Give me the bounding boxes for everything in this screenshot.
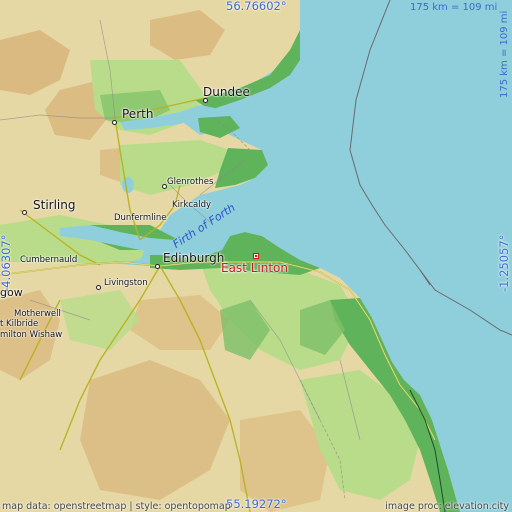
coord-left: -4.06307° — [0, 234, 13, 292]
label-hamilton-wishaw: milton Wishaw — [0, 330, 63, 340]
perth-dot — [112, 120, 117, 125]
label-east-kilbride: t Kilbride — [0, 319, 39, 329]
label-motherwell: Motherwell — [14, 309, 61, 319]
label-dundee: Dundee — [203, 85, 250, 99]
stirling-dot — [22, 210, 27, 215]
label-kirkcaldy: Kirkcaldy — [172, 200, 212, 210]
scale-vertical: 175 km = 109 mi — [499, 10, 510, 98]
east-linton-marker[interactable] — [253, 253, 259, 259]
label-perth: Perth — [122, 107, 154, 121]
label-dunfermline: Dunfermline — [114, 213, 167, 223]
label-edinburgh: Edinburgh — [163, 251, 225, 265]
coord-bottom: 55.19272° — [226, 497, 287, 511]
coord-top: 56.76602° — [226, 0, 287, 13]
label-stirling: Stirling — [33, 198, 76, 212]
credit-right: image proc: elevation.city — [385, 500, 509, 512]
scale-horizontal: 175 km = 109 mi — [410, 2, 498, 13]
credit-left: map data: openstreetmap | style: opentop… — [2, 500, 231, 512]
edinburgh-dot — [155, 264, 160, 269]
coord-right: -1.25057° — [497, 234, 511, 292]
label-cumbernauld: Cumbernauld — [20, 255, 78, 265]
label-east-linton[interactable]: East Linton — [221, 262, 288, 274]
label-livingston: Livingston — [104, 278, 148, 288]
map-view[interactable]: Dundee Perth Glenrothes Kirkcaldy Stirli… — [0, 0, 512, 512]
livingston-dot — [96, 285, 101, 290]
label-glenrothes: Glenrothes — [167, 177, 214, 187]
